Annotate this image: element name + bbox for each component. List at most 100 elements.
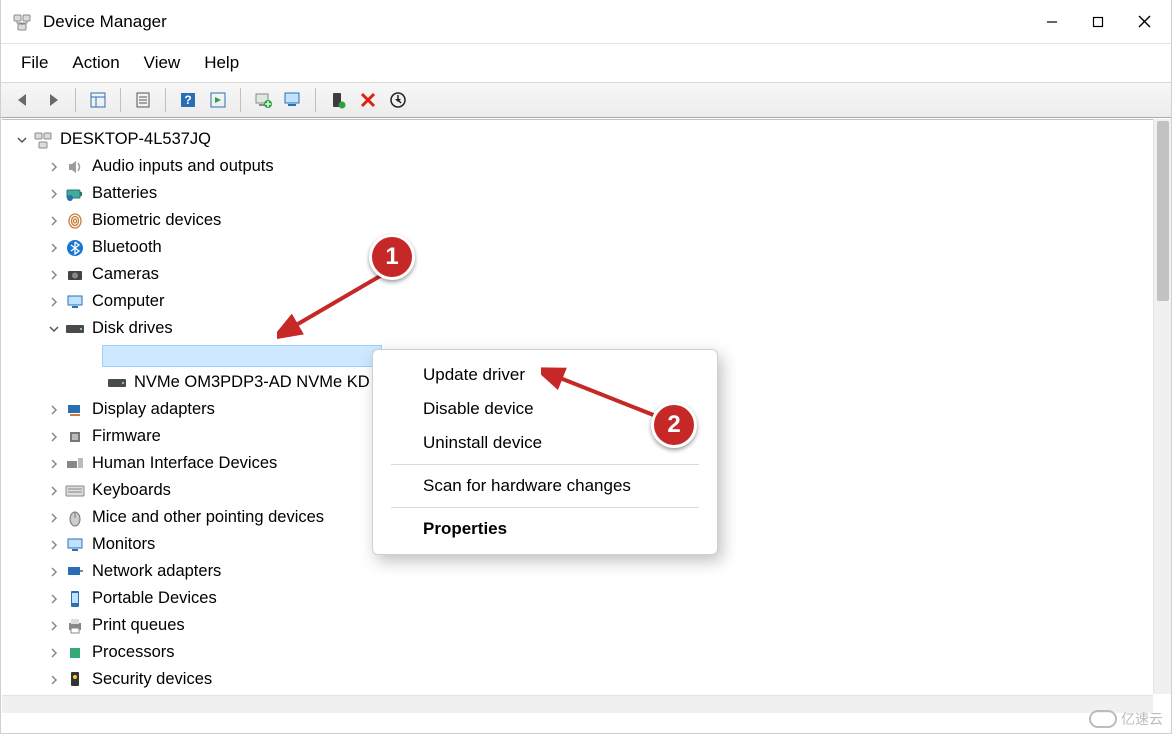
vertical-scrollbar[interactable] (1153, 119, 1171, 694)
expander-closed-icon[interactable] (46, 429, 62, 445)
tree-item-label: Display adapters (92, 401, 215, 418)
printer-icon (64, 615, 86, 637)
cm-update-driver[interactable]: Update driver (373, 358, 717, 392)
mouse-icon (64, 507, 86, 529)
expander-closed-icon[interactable] (46, 645, 62, 661)
window-controls (1029, 6, 1167, 38)
tree-item-biometric[interactable]: Biometric devices (10, 207, 1170, 234)
menu-file[interactable]: File (9, 47, 60, 79)
expander-closed-icon[interactable] (46, 591, 62, 607)
tree-item-audio[interactable]: Audio inputs and outputs (10, 153, 1170, 180)
tree-item-computer[interactable]: Computer (10, 288, 1170, 315)
disk-icon (64, 318, 86, 340)
tree-item-security[interactable]: Security devices (10, 666, 1170, 693)
cloud-icon (1089, 710, 1117, 728)
expander-closed-icon[interactable] (46, 159, 62, 175)
back-button[interactable] (9, 86, 37, 114)
cm-separator (391, 464, 699, 465)
svg-text:?: ? (184, 93, 191, 107)
tree-item-label: NVMe OM3PDP3-AD NVMe KD (134, 374, 370, 391)
tree-item-label: Network adapters (92, 563, 221, 580)
menu-help[interactable]: Help (192, 47, 251, 79)
tree-item-batteries[interactable]: Batteries (10, 180, 1170, 207)
cm-properties[interactable]: Properties (373, 512, 717, 546)
camera-icon (64, 264, 86, 286)
expander-none (88, 375, 104, 391)
minimize-button[interactable] (1029, 6, 1075, 38)
update-driver-button[interactable] (249, 86, 277, 114)
annotation-badge-2: 2 (651, 402, 697, 448)
properties-button[interactable] (129, 86, 157, 114)
expander-closed-icon[interactable] (46, 294, 62, 310)
tree-item-label: Mice and other pointing devices (92, 509, 324, 526)
close-button[interactable] (1121, 6, 1167, 38)
display-adapter-icon (64, 399, 86, 421)
horizontal-scrollbar[interactable] (2, 695, 1153, 713)
expander-closed-icon[interactable] (46, 564, 62, 580)
tree-item-portable[interactable]: Portable Devices (10, 585, 1170, 612)
show-hide-tree-button[interactable] (84, 86, 112, 114)
toolbar-separator (120, 88, 121, 112)
watermark-text: 亿速云 (1121, 709, 1163, 729)
tree-item-label: Bluetooth (92, 239, 162, 256)
expander-open-icon[interactable] (46, 321, 62, 337)
maximize-button[interactable] (1075, 6, 1121, 38)
toolbar: ? (1, 82, 1171, 118)
annotation-badge-1: 1 (369, 234, 415, 280)
tree-item-bluetooth[interactable]: Bluetooth (10, 234, 1170, 261)
tree-item-cameras[interactable]: Cameras (10, 261, 1170, 288)
tree-item-network[interactable]: Network adapters (10, 558, 1170, 585)
watermark: 亿速云 (1089, 709, 1163, 729)
cm-scan-hardware[interactable]: Scan for hardware changes (373, 469, 717, 503)
expander-closed-icon[interactable] (46, 537, 62, 553)
expander-closed-icon[interactable] (46, 672, 62, 688)
expander-closed-icon[interactable] (46, 483, 62, 499)
help-button[interactable]: ? (174, 86, 202, 114)
tree-item-label: Portable Devices (92, 590, 217, 607)
expander-closed-icon[interactable] (46, 186, 62, 202)
tree-item-label: Firmware (92, 428, 161, 445)
toolbar-separator (240, 88, 241, 112)
tree-item-label: Security devices (92, 671, 212, 688)
expander-open-icon[interactable] (14, 132, 30, 148)
tree-item-label: Print queues (92, 617, 185, 634)
monitor-icon (64, 291, 86, 313)
fingerprint-icon (64, 210, 86, 232)
tree-item-processors[interactable]: Processors (10, 639, 1170, 666)
bluetooth-icon (64, 237, 86, 259)
expander-closed-icon[interactable] (46, 456, 62, 472)
expander-closed-icon[interactable] (46, 240, 62, 256)
tree-root[interactable]: DESKTOP-4L537JQ (10, 126, 1170, 153)
menu-action[interactable]: Action (60, 47, 131, 79)
selected-device-highlight (102, 345, 382, 367)
expander-closed-icon[interactable] (46, 267, 62, 283)
toolbar-separator (165, 88, 166, 112)
app-icon (11, 11, 33, 33)
menu-view[interactable]: View (132, 47, 193, 79)
scan-hardware-button[interactable] (279, 86, 307, 114)
vertical-scrollbar-thumb[interactable] (1157, 121, 1169, 301)
enable-device-button[interactable] (324, 86, 352, 114)
annotation-badge-2-label: 2 (667, 411, 680, 439)
uninstall-device-button[interactable] (354, 86, 382, 114)
battery-icon (64, 183, 86, 205)
phone-icon (64, 588, 86, 610)
disable-device-button[interactable] (384, 86, 412, 114)
tree-item-label: Batteries (92, 185, 157, 202)
expander-closed-icon[interactable] (46, 213, 62, 229)
window-title: Device Manager (43, 12, 167, 32)
expander-closed-icon[interactable] (46, 618, 62, 634)
tree-item-label: Computer (92, 293, 164, 310)
context-menu: Update driver Disable device Uninstall d… (372, 349, 718, 555)
tree-item-label: Monitors (92, 536, 155, 553)
action-list-button[interactable] (204, 86, 232, 114)
forward-button[interactable] (39, 86, 67, 114)
tree-item-label: Processors (92, 644, 175, 661)
expander-closed-icon[interactable] (46, 402, 62, 418)
tree-item-printers[interactable]: Print queues (10, 612, 1170, 639)
chip-icon (64, 426, 86, 448)
tree-item-label: Cameras (92, 266, 159, 283)
expander-closed-icon[interactable] (46, 510, 62, 526)
tree-item-label: Audio inputs and outputs (92, 158, 274, 175)
tree-item-disk-drives[interactable]: Disk drives (10, 315, 1170, 342)
